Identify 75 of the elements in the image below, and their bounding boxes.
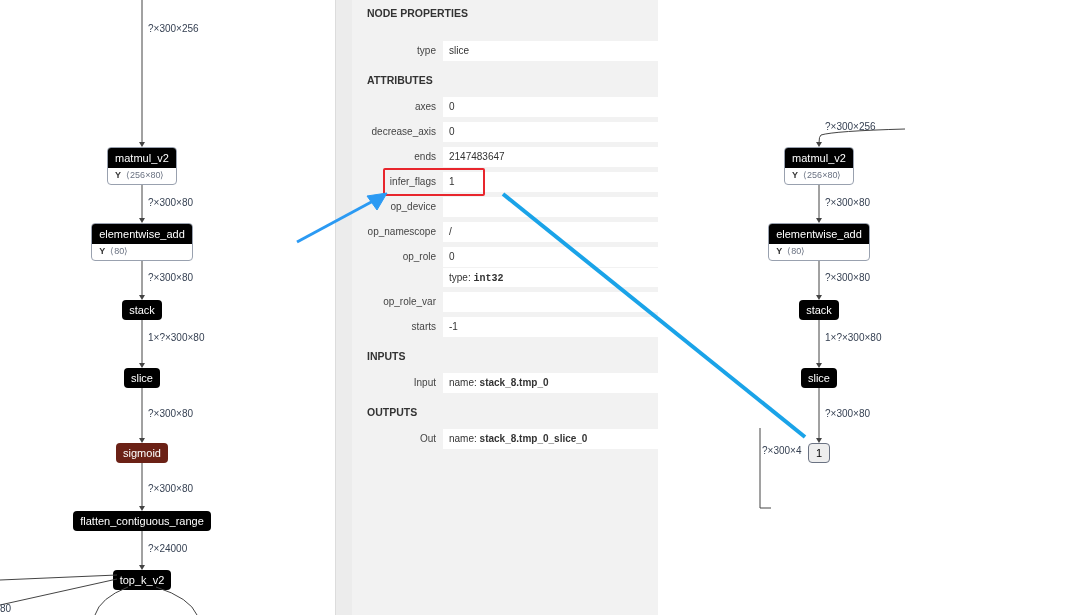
edge-label: ?×300×80 — [825, 198, 871, 208]
edge-label: ?×24000 — [148, 544, 188, 554]
attribute-name: Y — [776, 245, 783, 259]
section-title: OUTPUTS — [366, 407, 419, 420]
edge-label: 1×?×300×80 — [148, 333, 205, 343]
edge-arrow — [137, 261, 147, 300]
property-value: 0 — [443, 247, 658, 267]
edge-label: ?×300×80 — [148, 198, 194, 208]
edge-label: ?×300×256 — [148, 24, 199, 34]
graph-node[interactable]: 1 — [807, 443, 831, 463]
attribute-value: ⟨256×80⟩ — [126, 169, 165, 183]
property-label: Out — [418, 432, 437, 446]
property-label: infer_flags — [388, 175, 437, 189]
graph-node[interactable]: flatten_contiguous_range — [73, 511, 211, 531]
property-value: -1 — [443, 317, 658, 337]
graph-node[interactable]: top_k_v2 — [112, 570, 172, 590]
graph-node[interactable]: sigmoid — [116, 443, 168, 463]
property-label: op_role_var — [382, 295, 437, 309]
edge-arrow — [137, 531, 147, 570]
edge-label: ?×300×80 — [148, 484, 194, 494]
property-detail: type: int32 — [443, 268, 658, 287]
property-value: name: stack_8.tmp_0 — [443, 373, 658, 393]
property-value: / — [443, 222, 658, 242]
property-value: 2147483647 — [443, 147, 658, 167]
edge-label: ?×300×80 — [825, 273, 871, 283]
edge-arrow — [814, 261, 824, 300]
graph-node[interactable]: elementwise_add Y ⟨80⟩ — [768, 223, 870, 261]
graph-node[interactable]: matmul_v2 Y ⟨256×80⟩ — [107, 147, 177, 185]
edge-arrow — [137, 463, 147, 511]
property-value: name: stack_8.tmp_0_slice_0 — [443, 429, 658, 449]
property-label: op_role — [401, 250, 437, 264]
property-label: op_device — [389, 200, 437, 214]
edge-label: ?×300×4 — [762, 446, 802, 456]
section-title: INPUTS — [366, 351, 407, 364]
property-label: Input — [412, 376, 437, 390]
node-title: elementwise_add — [769, 224, 869, 244]
property-value: 1 — [443, 172, 658, 192]
edge-arrow — [814, 320, 824, 368]
edge-arrow — [137, 388, 147, 443]
graph-node[interactable]: matmul_v2 Y ⟨256×80⟩ — [784, 147, 854, 185]
edge-label: ?×300×80 — [148, 273, 194, 283]
attribute-value: ⟨256×80⟩ — [803, 169, 842, 183]
node-title: matmul_v2 — [108, 148, 176, 168]
section-title: ATTRIBUTES — [366, 75, 434, 88]
property-label: decrease_axis — [370, 125, 437, 139]
graph-node[interactable]: elementwise_add Y ⟨80⟩ — [91, 223, 193, 261]
edge-label: 80 — [0, 604, 12, 614]
edge-arrow — [814, 388, 824, 443]
edge-label: ?×300×80 — [825, 409, 871, 419]
property-label: axes — [413, 100, 437, 114]
edge-arrow — [137, 320, 147, 368]
attribute-value: ⟨80⟩ — [110, 245, 129, 259]
property-value: 0 — [443, 122, 658, 142]
edge-label: ?×300×80 — [148, 409, 194, 419]
graph-node[interactable]: slice — [801, 368, 837, 388]
edge-label: ?×300×256 — [825, 122, 876, 132]
property-label: op_namescope — [366, 225, 437, 239]
node-title: elementwise_add — [92, 224, 192, 244]
edge-label: 1×?×300×80 — [825, 333, 882, 343]
graph-node[interactable]: stack — [799, 300, 839, 320]
attribute-name: Y — [792, 169, 799, 183]
attribute-value: ⟨80⟩ — [787, 245, 806, 259]
attribute-name: Y — [99, 245, 106, 259]
edge-arrow — [137, 185, 147, 223]
graph-node[interactable]: stack — [122, 300, 162, 320]
property-value: 0 — [443, 97, 658, 117]
attribute-name: Y — [115, 169, 122, 183]
property-value: slice — [443, 41, 658, 61]
property-label: type — [416, 44, 437, 58]
section-title: NODE PROPERTIES — [366, 8, 469, 21]
edge-arrow — [814, 185, 824, 223]
node-title: matmul_v2 — [785, 148, 853, 168]
property-label: ends — [413, 150, 437, 164]
property-label: starts — [410, 320, 437, 334]
graph-node[interactable]: slice — [124, 368, 160, 388]
